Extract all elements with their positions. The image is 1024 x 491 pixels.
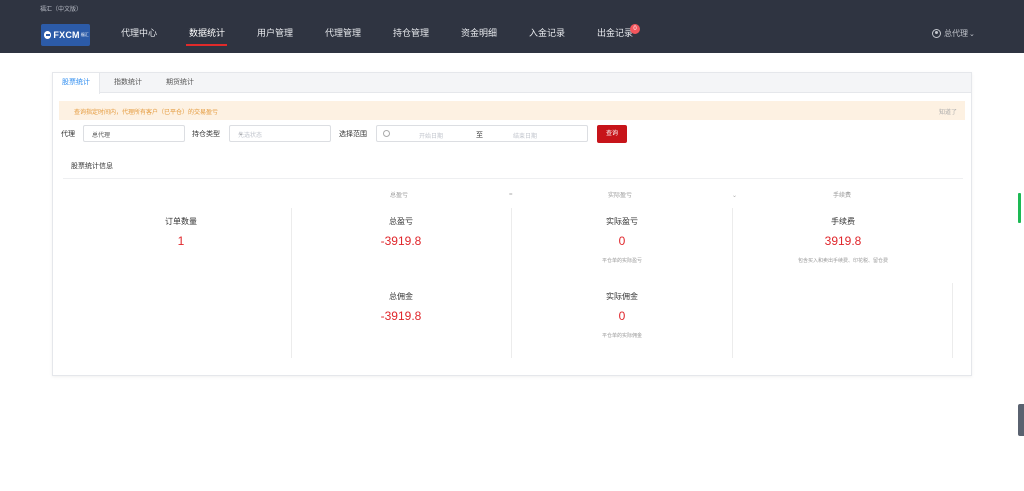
chevron-down-icon: ⌄ [238, 130, 244, 137]
nav-position-management[interactable]: 持仓管理 [393, 26, 429, 39]
stat-order-count: 订单数量 1 [71, 216, 291, 248]
user-menu[interactable]: 总代理 ⌄ [932, 28, 975, 39]
divider [63, 178, 963, 179]
date-range-picker[interactable]: 开始日期 至 结束日期 [376, 125, 588, 142]
nav-agent-management[interactable]: 代理管理 [325, 26, 361, 39]
tab-index-stats[interactable]: 指数统计 [105, 73, 151, 93]
position-type-select[interactable]: 先选状态 ⌄ [229, 125, 331, 142]
column-head-actual-pnl: 实际盈亏 [608, 193, 633, 199]
chevron-down-icon: ⌄ [969, 30, 975, 38]
stat-actual-pnl: 实际盈亏 0 平仓单的实际盈亏 [512, 216, 732, 264]
range-label: 选择范围 [339, 131, 367, 138]
withdraw-count-badge: 0 [630, 24, 640, 34]
query-button[interactable]: 查询 [597, 125, 627, 143]
stat-fee: 手续费 3919.8 包含买入和卖出手续费、印花税、留仓费 [733, 216, 953, 264]
side-handle[interactable] [1018, 404, 1024, 436]
nav-deposit-records[interactable]: 入金记录 [529, 26, 565, 39]
stat-total-commission: 总佣金 -3919.8 [291, 291, 511, 323]
stat-note: 平仓单的实际盈亏 [601, 258, 642, 264]
stats-panel: 股票统计 指数统计 期货统计 查询指定时间内，代理所有客户（已平仓）的交易盈亏 … [52, 72, 972, 376]
nav-withdraw-records[interactable]: 出金记录 [597, 26, 633, 39]
nav-fund-details[interactable]: 资金明细 [461, 26, 497, 39]
end-date-input[interactable]: 结束日期 [513, 131, 537, 140]
user-name: 总代理 [944, 29, 968, 38]
tab-stock-stats[interactable]: 股票统计 [53, 73, 100, 94]
stat-value: -3919.8 [380, 309, 422, 323]
stat-value: 0 [618, 309, 626, 323]
notice-banner: 查询指定时间内，代理所有客户（已平仓）的交易盈亏 知道了 [59, 101, 965, 120]
column-head-total-pnl: 总盈亏 [390, 193, 409, 199]
section-title: 股票统计信息 [71, 163, 113, 170]
top-navbar: 福汇（中文版） FXCM 福汇 代理中心 数据统计 用户管理 代理管理 持仓管理… [0, 0, 1024, 53]
logo-subtext: 福汇 [80, 32, 89, 37]
app-title: 福汇（中文版） [40, 7, 83, 13]
start-date-input[interactable]: 开始日期 [419, 131, 443, 140]
stat-note: 平仓单的实际佣金 [601, 333, 642, 339]
agent-select[interactable]: 总代理 ⌄ [83, 125, 185, 142]
logo-icon [44, 31, 52, 39]
date-range-separator: 至 [476, 132, 483, 139]
nav-active-indicator [186, 44, 227, 46]
stat-value: 1 [177, 234, 185, 248]
sort-icon: = [509, 192, 513, 198]
stat-total-pnl: 总盈亏 -3919.8 [291, 216, 511, 248]
stat-note: 包含买入和卖出手续费、印花税、留仓费 [797, 258, 888, 264]
scrollbar-indicator[interactable] [1018, 193, 1021, 223]
stat-label: 实际盈亏 [606, 217, 638, 226]
tab-bar: 股票统计 指数统计 期货统计 [53, 73, 971, 94]
stat-label: 总佣金 [389, 292, 413, 301]
notice-text: 查询指定时间内，代理所有客户（已平仓）的交易盈亏 [74, 110, 219, 116]
nav-agent-center[interactable]: 代理中心 [121, 26, 157, 39]
stat-value: -3919.8 [380, 234, 422, 248]
notice-dismiss[interactable]: 知道了 [939, 107, 957, 116]
nav-data-stats[interactable]: 数据统计 [189, 26, 225, 39]
stat-actual-commission: 实际佣金 0 平仓单的实际佣金 [512, 291, 732, 339]
position-type-label: 持仓类型 [192, 131, 220, 138]
chevron-down-icon: ⌄ [92, 130, 98, 137]
stat-label: 总盈亏 [389, 217, 413, 226]
stat-value: 0 [618, 234, 626, 248]
user-icon [932, 29, 941, 38]
tab-futures-stats[interactable]: 期货统计 [157, 73, 203, 93]
stat-label: 实际佣金 [606, 292, 638, 301]
logo-text: FXCM [53, 30, 80, 40]
stat-value: 3919.8 [824, 234, 862, 248]
agent-filter-label: 代理 [61, 131, 75, 138]
column-head-fee: 手续费 [833, 193, 852, 199]
divider [952, 283, 953, 358]
stat-label: 订单数量 [165, 217, 197, 226]
fxcm-logo[interactable]: FXCM 福汇 [41, 24, 90, 46]
chevron-down-icon: ⌄ [732, 193, 738, 199]
stat-label: 手续费 [831, 217, 855, 226]
clock-icon [383, 130, 390, 137]
nav-user-management[interactable]: 用户管理 [257, 26, 293, 39]
